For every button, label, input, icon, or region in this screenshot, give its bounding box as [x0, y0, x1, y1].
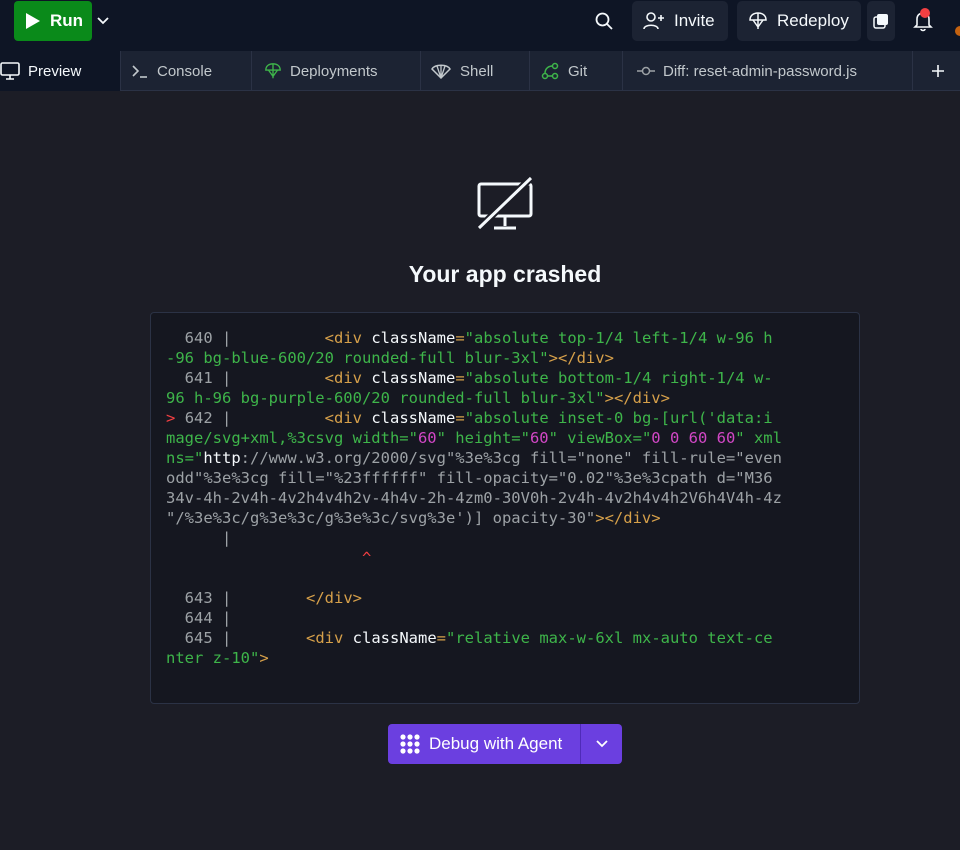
deploy-icon — [265, 63, 281, 79]
code-text: 60 — [417, 429, 437, 447]
run-options-chevron-down-icon[interactable] — [93, 11, 113, 31]
code-text: "/%3e%3c/g%3e%3c/g%3e%3c/svg%3e')] opaci… — [166, 509, 596, 527]
tab-label: Shell — [460, 62, 494, 80]
line-number: 641 — [184, 369, 213, 387]
tab-label: Console — [157, 62, 213, 80]
code-text: odd"%3e%3cg fill="%23ffffff" fill-opacit… — [166, 469, 773, 487]
line-number: 645 — [184, 629, 213, 647]
code-text: className — [371, 409, 456, 427]
code-text: 34v-4h-2v4h-4v2h4v4h2v-4h4v-2h-4zm0-30V0… — [166, 489, 782, 507]
play-icon — [26, 13, 40, 29]
tab-label: Preview — [28, 62, 82, 80]
debug-button-label: Debug with Agent — [429, 734, 563, 753]
code-text: "absolute inset-0 bg-[url('data:i — [464, 409, 773, 427]
code-snippet: 640 | <div className="absolute top-1/4 l… — [166, 329, 782, 667]
code-text: 96 h-96 bg-purple-600/20 rounded-full bl… — [166, 389, 605, 407]
line-number: 644 — [184, 609, 213, 627]
redeploy-button[interactable]: Redeploy — [737, 1, 861, 41]
tab-deployments[interactable]: Deployments — [252, 51, 421, 91]
code-text: mage/svg+xml,%3csvg width=" — [166, 429, 418, 447]
tab-diff[interactable]: Diff: reset-admin-password.js — [623, 51, 913, 91]
debug-with-agent-button[interactable]: Debug with Agent — [388, 724, 580, 764]
code-text: -96 bg-blue-600/20 rounded-full blur-3xl… — [166, 349, 549, 367]
stack-icon — [873, 14, 888, 29]
avatar[interactable] — [955, 26, 960, 36]
code-text: "absolute top-1/4 left-1/4 w-96 h — [464, 329, 773, 347]
code-text: http — [203, 449, 241, 467]
line-number: 640 — [184, 329, 213, 347]
search-icon[interactable] — [592, 9, 616, 33]
code-text: className — [371, 329, 456, 347]
line-number: 643 — [184, 589, 213, 607]
code-text: ://www.w3.org/2000/svg"%3e%3cg fill="non… — [240, 449, 782, 467]
code-text: " viewBox=" — [548, 429, 652, 447]
code-text: "absolute bottom-1/4 right-1/4 w- — [464, 369, 773, 387]
monitor-off-icon — [476, 176, 534, 231]
code-text: nter z-10" — [166, 649, 260, 667]
code-text: 60 — [529, 429, 549, 447]
notification-badge — [920, 8, 930, 18]
workspace-tabs: Preview Console Deployments Shell Git Di… — [0, 51, 960, 91]
line-number: 642 — [184, 409, 213, 427]
page-title: Your app crashed — [408, 261, 602, 287]
code-text: className — [352, 629, 437, 647]
tab-shell[interactable]: Shell — [421, 51, 530, 91]
code-text: "relative max-w-6xl mx-auto text-ce — [446, 629, 773, 647]
invite-button[interactable]: Invite — [632, 1, 728, 41]
git-icon — [541, 62, 559, 80]
error-caret: ^ — [361, 549, 372, 567]
commit-icon — [637, 66, 655, 76]
code-text: " height=" — [436, 429, 530, 447]
error-code-frame: 640 | <div className="absolute top-1/4 l… — [150, 312, 860, 704]
invite-label: Invite — [674, 11, 715, 30]
redeploy-label: Redeploy — [777, 11, 849, 30]
debug-options-chevron-down-icon[interactable] — [580, 724, 622, 764]
code-text: ns=" — [166, 449, 204, 467]
tab-console[interactable]: Console — [121, 51, 252, 91]
workspace-toggle-button[interactable] — [867, 1, 895, 41]
tab-label: Diff: reset-admin-password.js — [663, 62, 857, 80]
code-text: " xml — [735, 429, 782, 447]
shell-icon — [431, 64, 451, 80]
terminal-icon — [132, 65, 147, 78]
run-button-label: Run — [50, 11, 84, 30]
top-toolbar: Run Invite Redeploy — [0, 0, 960, 51]
agent-icon — [400, 734, 420, 754]
deploy-icon — [749, 12, 767, 29]
add-tab-plus-icon[interactable] — [926, 59, 950, 83]
code-text: 0 0 60 60 — [651, 429, 736, 447]
monitor-icon — [0, 62, 20, 80]
run-button[interactable]: Run — [14, 1, 92, 41]
add-user-icon — [643, 12, 664, 30]
tab-git[interactable]: Git — [530, 51, 623, 91]
tab-label: Deployments — [290, 62, 378, 80]
tab-label: Git — [568, 62, 588, 80]
tab-preview[interactable]: Preview — [0, 51, 121, 91]
code-text: className — [371, 369, 456, 387]
